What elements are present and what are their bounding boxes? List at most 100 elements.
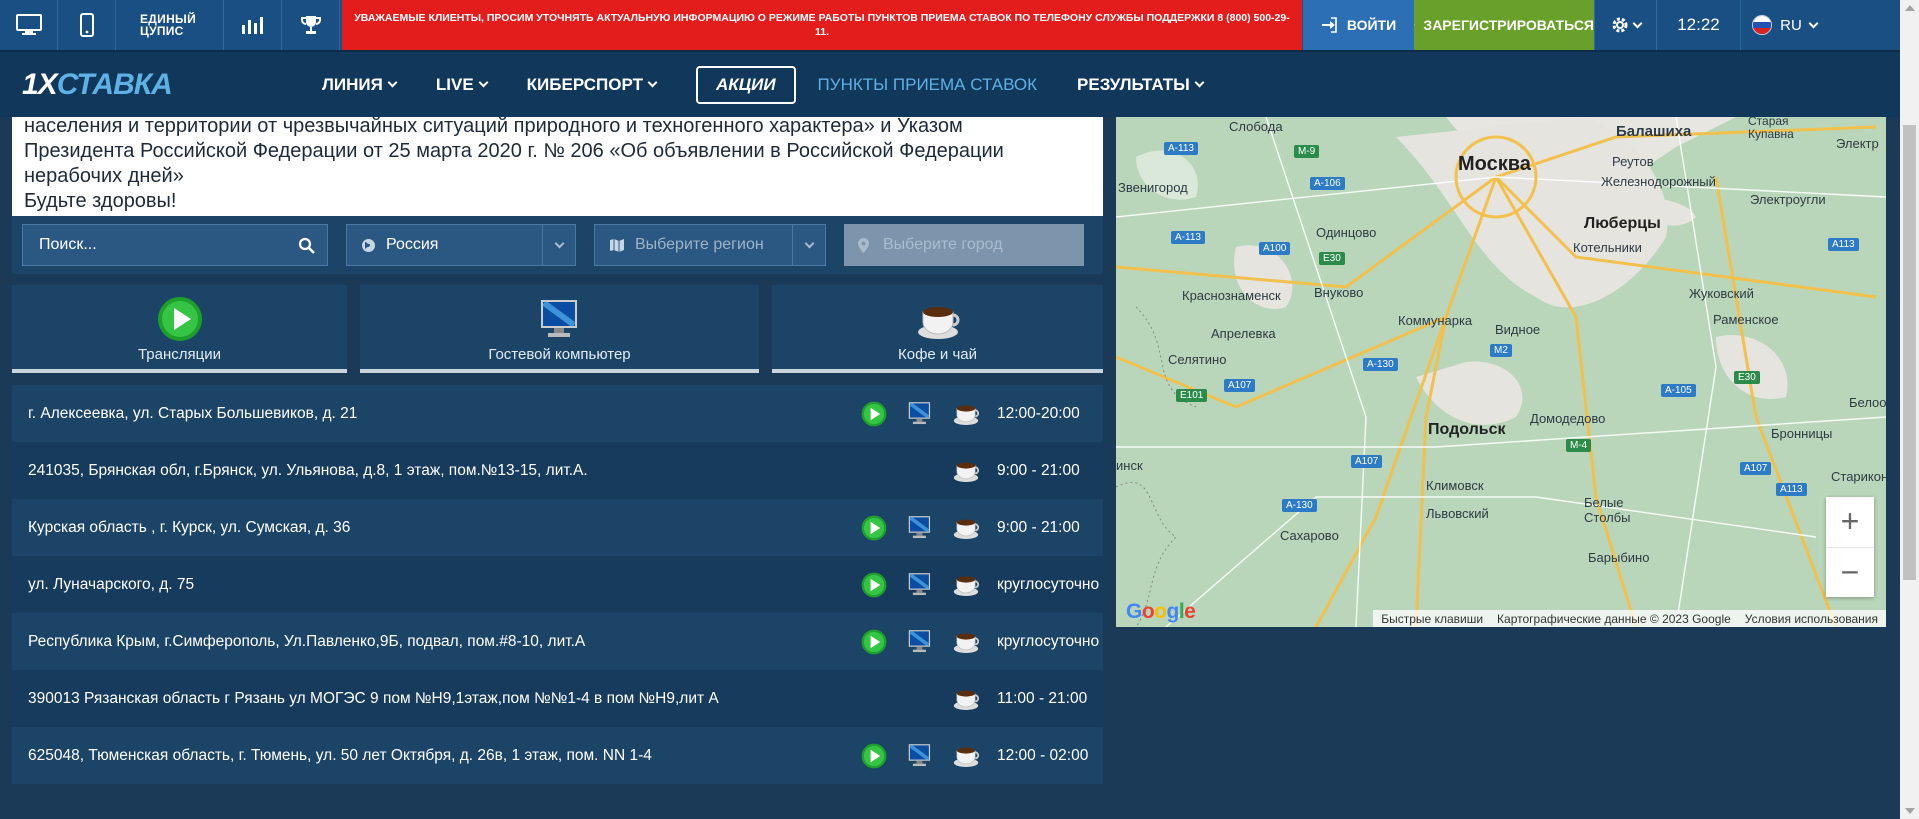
coffee-cup-icon <box>943 686 989 712</box>
map-attribution: Быстрые клавиши Картографические данные … <box>1373 610 1886 627</box>
nav-line[interactable]: ЛИНИЯ <box>322 75 398 95</box>
table-row[interactable]: ул. Луначарского, д. 75 круглосуточно <box>12 556 1103 613</box>
main-nav: 1XСТАВКА ЛИНИЯ LIVE КИБЕРСПОРТ АКЦИИ ПУН… <box>0 50 1900 117</box>
keyboard-shortcuts-link[interactable]: Быстрые клавиши <box>1381 612 1483 626</box>
point-address: 241035, Брянская обл, г.Брянск, ул. Улья… <box>28 461 588 479</box>
mobile-version-button[interactable] <box>58 0 116 50</box>
betting-points-list: г. Алексеевка, ул. Старых Большевиков, д… <box>12 385 1103 784</box>
map-place-label: Балашиха <box>1616 123 1692 140</box>
scroll-down-arrow-icon[interactable] <box>1905 808 1915 814</box>
coffee-cup-icon <box>943 458 989 484</box>
table-row[interactable]: Республика Крым, г.Симферополь, Ул.Павле… <box>12 613 1103 670</box>
city-select[interactable]: Выберите город <box>844 224 1084 266</box>
country-value: Россия <box>386 236 439 253</box>
region-select[interactable]: Выберите регион <box>594 224 826 266</box>
zoom-in-button[interactable]: + <box>1826 497 1874 548</box>
map-place-label: Селятино <box>1168 352 1227 367</box>
language-label: RU <box>1780 16 1802 34</box>
play-icon <box>851 572 897 598</box>
point-address: Республика Крым, г.Симферополь, Ул.Павле… <box>28 632 586 650</box>
road-shield: А-113 <box>1171 231 1205 244</box>
notice-line: Президента Российской Федерации от 25 ма… <box>24 140 1004 162</box>
nav-promotions[interactable]: АКЦИИ <box>695 65 796 104</box>
search-input[interactable]: Поиск... <box>22 224 328 266</box>
service-label: Гостевой компьютер <box>488 346 631 363</box>
nav-results[interactable]: РЕЗУЛЬТАТЫ <box>1077 75 1205 95</box>
computer-icon <box>897 572 943 598</box>
page-scrollbar[interactable] <box>1900 0 1919 819</box>
logo-prefix: 1X <box>22 67 58 101</box>
coffee-cup-icon <box>943 401 989 427</box>
chevron-down-icon <box>478 77 489 88</box>
settings-button[interactable] <box>1594 0 1657 50</box>
road-shield: Е30 <box>1734 371 1760 384</box>
clock[interactable]: 12:22 <box>1657 0 1741 50</box>
point-address: Курская область , г. Курск, ул. Сумская,… <box>28 518 351 536</box>
map-place-label: Звенигород <box>1118 180 1188 195</box>
map-place-label: Сахарово <box>1280 528 1339 543</box>
point-address: 625048, Тюменская область, г. Тюмень, ул… <box>28 746 652 764</box>
table-row[interactable]: 625048, Тюменская область, г. Тюмень, ул… <box>12 727 1103 784</box>
notice-line: населения и территории от чрезвычайных с… <box>24 117 963 137</box>
search-icon[interactable] <box>298 237 315 254</box>
map-place-label: Барыбино <box>1588 550 1650 565</box>
zoom-out-button[interactable]: − <box>1826 548 1874 598</box>
logo[interactable]: 1XСТАВКА <box>22 68 322 102</box>
register-button[interactable]: ЗАРЕГИСТРИРОВАТЬСЯ <box>1414 0 1594 50</box>
login-button[interactable]: ВОЙТИ <box>1302 0 1414 50</box>
location-pin-icon <box>858 237 869 253</box>
table-row[interactable]: 241035, Брянская обл, г.Брянск, ул. Улья… <box>12 442 1103 499</box>
nav-betting-points[interactable]: ПУНКТЫ ПРИЕМА СТАВОК <box>818 75 1037 95</box>
map-place-label: Внуково <box>1314 285 1364 300</box>
point-hours: 12:00-20:00 <box>997 404 1080 422</box>
results-button[interactable] <box>282 0 340 50</box>
map-place-label: Жуковский <box>1689 286 1754 301</box>
statistics-button[interactable] <box>224 0 282 50</box>
country-select[interactable]: Россия <box>346 224 576 266</box>
point-hours: 11:00 - 21:00 <box>997 689 1088 707</box>
table-row[interactable]: 390013 Рязанская область г Рязань ул МОГ… <box>12 670 1103 727</box>
scroll-up-arrow-icon[interactable] <box>1905 5 1915 11</box>
play-icon <box>851 743 897 769</box>
service-streams[interactable]: Трансляции <box>12 285 347 373</box>
chevron-down-icon <box>1632 18 1643 28</box>
play-icon <box>851 515 897 541</box>
point-address: г. Алексеевка, ул. Старых Большевиков, д… <box>28 404 358 422</box>
google-logo: Google <box>1126 600 1196 623</box>
play-icon <box>851 629 897 655</box>
country-dropdown-toggle[interactable] <box>542 225 575 265</box>
search-placeholder: Поиск... <box>39 236 97 253</box>
coffee-cup-icon <box>943 572 989 598</box>
road-shield: М2 <box>1490 344 1512 357</box>
table-row[interactable]: Курская область , г. Курск, ул. Сумская,… <box>12 499 1103 556</box>
service-guest-computer[interactable]: Гостевой компьютер <box>360 285 759 373</box>
terms-link[interactable]: Условия использования <box>1745 612 1878 626</box>
point-hours: 9:00 - 21:00 <box>997 461 1080 479</box>
language-selector[interactable]: RU <box>1741 0 1828 50</box>
service-coffee-tea[interactable]: Кофе и чай <box>772 285 1103 373</box>
road-shield: А107 <box>1224 379 1256 392</box>
table-row[interactable]: г. Алексеевка, ул. Старых Большевиков, д… <box>12 385 1103 442</box>
map[interactable]: Москва Люберцы Подольск Слобода Балашиха… <box>1116 117 1886 627</box>
computer-icon <box>540 300 577 337</box>
map-city-label: Люберцы <box>1584 215 1661 232</box>
desktop-version-button[interactable] <box>0 0 58 50</box>
service-filters: Трансляции Гостевой компьютер Кофе и чай <box>12 285 1103 373</box>
road-shield: М-9 <box>1294 145 1320 158</box>
service-label: Трансляции <box>137 346 221 363</box>
map-place-label: Железнодорожный <box>1601 174 1716 189</box>
map-city-label: Москва <box>1458 153 1531 175</box>
coffee-cup-icon <box>917 307 959 339</box>
map-place-label: Белые Столбы <box>1584 495 1631 525</box>
nav-esports[interactable]: КИБЕРСПОРТ <box>527 75 658 95</box>
nav-live[interactable]: LIVE <box>436 75 489 95</box>
russia-flag-icon <box>1752 15 1773 35</box>
road-shield: А107 <box>1351 455 1383 468</box>
road-shield: А-130 <box>1363 358 1398 371</box>
scrollbar-thumb[interactable] <box>1903 125 1916 580</box>
region-placeholder: Выберите регион <box>635 236 764 253</box>
point-hours: круглосуточно <box>997 632 1100 650</box>
map-place-label: Видное <box>1495 322 1541 337</box>
cupis-link[interactable]: ЕДИНЫЙ ЦУПИС <box>116 0 224 50</box>
region-dropdown-toggle[interactable] <box>792 225 825 265</box>
